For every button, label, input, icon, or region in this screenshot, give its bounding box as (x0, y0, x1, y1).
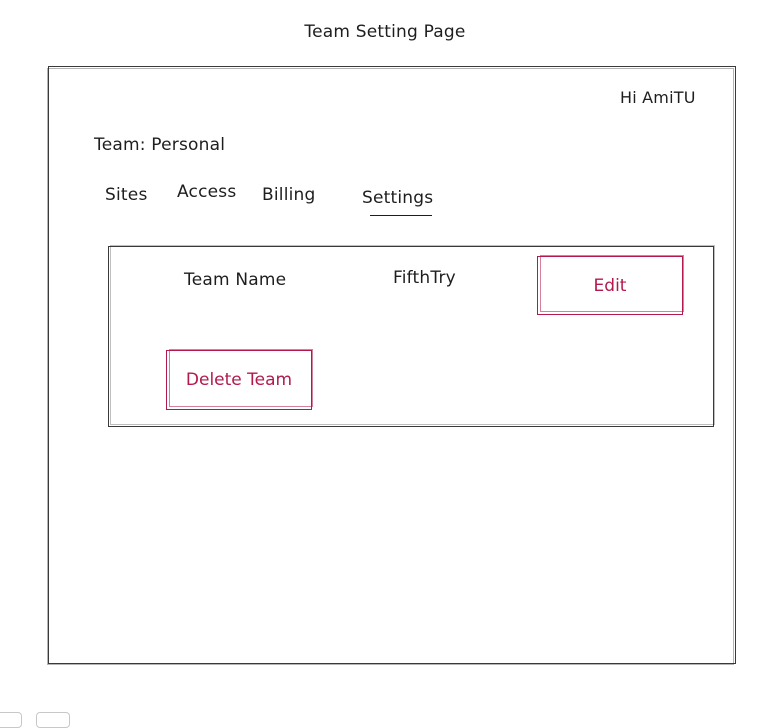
delete-team-button-label: Delete Team (185, 370, 293, 390)
tab-settings[interactable]: Settings (362, 188, 433, 208)
canvas-control-left[interactable] (0, 712, 22, 728)
team-name-label: Team Name (184, 270, 287, 290)
page-title: Team Setting Page (304, 22, 466, 42)
tab-sites[interactable]: Sites (105, 185, 148, 205)
tab-access[interactable]: Access (177, 182, 236, 202)
user-greeting: Hi AmiTU (620, 88, 696, 107)
active-tab-indicator (370, 215, 432, 216)
tab-billing[interactable]: Billing (262, 185, 316, 205)
delete-team-button[interactable]: Delete Team (166, 349, 313, 410)
edit-button[interactable]: Edit (537, 255, 684, 315)
team-label: Team: Personal (94, 135, 226, 155)
edit-button-label: Edit (593, 275, 627, 296)
canvas-control-right[interactable] (36, 712, 70, 728)
canvas-controls (0, 712, 80, 728)
team-name-value: FifthTry (393, 268, 456, 288)
